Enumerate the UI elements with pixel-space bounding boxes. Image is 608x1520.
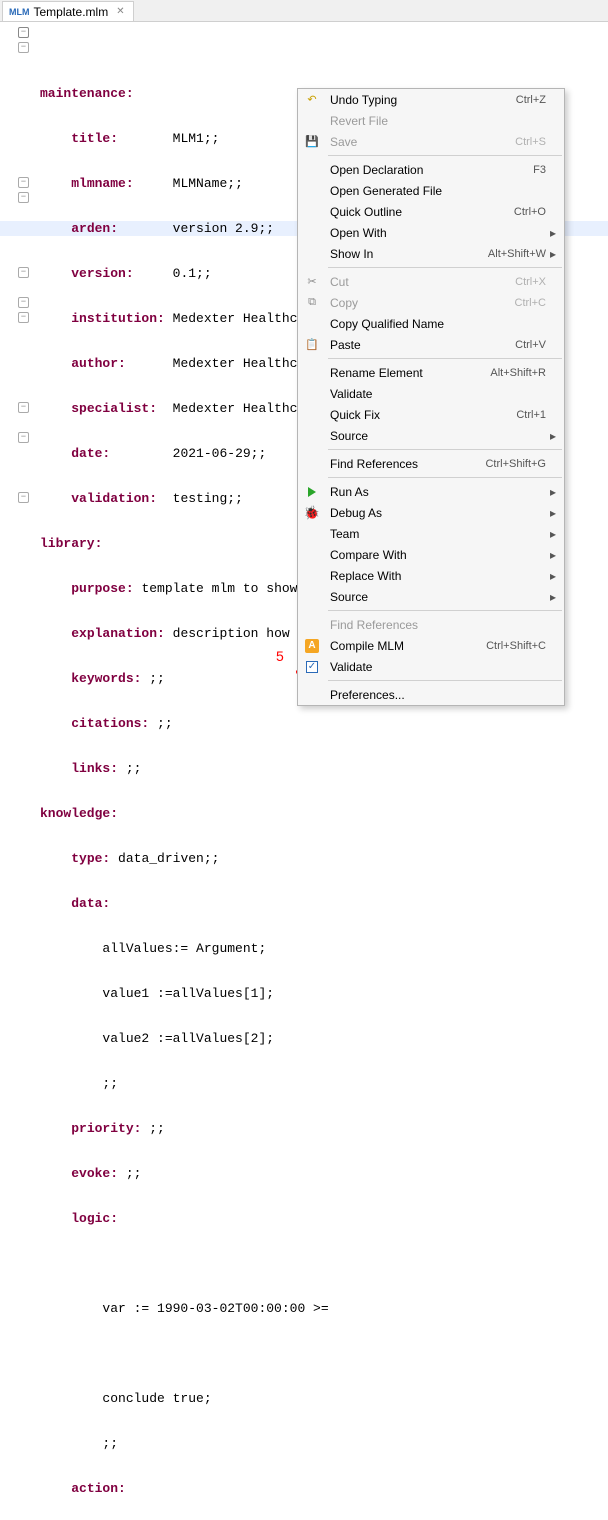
- annotation-number: 5: [276, 648, 284, 664]
- context-menu: ↶ Undo Typing Ctrl+Z Revert File 💾 Save …: [297, 88, 565, 706]
- menu-show-in[interactable]: Show In Alt+Shift+W ▸: [298, 243, 564, 264]
- cut-icon: ✂: [307, 275, 316, 288]
- menu-debug-as[interactable]: 🐞 Debug As ▸: [298, 502, 564, 523]
- submenu-arrow-icon: ▸: [546, 247, 556, 261]
- menu-open-with[interactable]: Open With ▸: [298, 222, 564, 243]
- menu-compile-mlm[interactable]: A Compile MLM Ctrl+Shift+C: [298, 635, 564, 656]
- fold-toggle[interactable]: −: [18, 432, 29, 443]
- fold-toggle[interactable]: −: [18, 267, 29, 278]
- menu-replace-with[interactable]: Replace With ▸: [298, 565, 564, 586]
- fold-toggle[interactable]: −: [18, 312, 29, 323]
- menu-copy: ⧉ Copy Ctrl+C: [298, 292, 564, 313]
- submenu-arrow-icon: ▸: [546, 485, 556, 499]
- menu-separator: [328, 155, 562, 156]
- menu-run-as[interactable]: Run As ▸: [298, 481, 564, 502]
- fold-toggle[interactable]: −: [18, 402, 29, 413]
- menu-source-2[interactable]: Source ▸: [298, 586, 564, 607]
- menu-separator: [328, 449, 562, 450]
- menu-quick-outline[interactable]: Quick Outline Ctrl+O: [298, 201, 564, 222]
- submenu-arrow-icon: ▸: [546, 506, 556, 520]
- menu-compare-with[interactable]: Compare With ▸: [298, 544, 564, 565]
- submenu-arrow-icon: ▸: [546, 548, 556, 562]
- compile-icon: A: [305, 639, 319, 653]
- submenu-arrow-icon: ▸: [546, 429, 556, 443]
- submenu-arrow-icon: ▸: [546, 527, 556, 541]
- menu-separator: [328, 358, 562, 359]
- editor-tab[interactable]: MLM Template.mlm ✕: [2, 1, 134, 21]
- run-icon: [308, 487, 316, 497]
- menu-rename-element[interactable]: Rename Element Alt+Shift+R: [298, 362, 564, 383]
- tab-filename: Template.mlm: [34, 5, 109, 19]
- close-tab-icon[interactable]: ✕: [116, 6, 124, 17]
- menu-quick-fix[interactable]: Quick Fix Ctrl+1: [298, 404, 564, 425]
- copy-icon: ⧉: [308, 296, 316, 309]
- menu-cut: ✂ Cut Ctrl+X: [298, 271, 564, 292]
- submenu-arrow-icon: ▸: [546, 590, 556, 604]
- menu-separator: [328, 267, 562, 268]
- validate-icon: ✓: [306, 661, 318, 673]
- menu-find-references[interactable]: Find References Ctrl+Shift+G: [298, 453, 564, 474]
- fold-gutter: − − − − − − − − − −: [0, 26, 34, 206]
- menu-paste[interactable]: 📋 Paste Ctrl+V: [298, 334, 564, 355]
- fold-toggle[interactable]: −: [18, 192, 29, 203]
- menu-preferences[interactable]: Preferences...: [298, 684, 564, 705]
- menu-separator: [328, 477, 562, 478]
- menu-source[interactable]: Source ▸: [298, 425, 564, 446]
- undo-icon: ↶: [307, 93, 316, 106]
- fold-toggle[interactable]: −: [18, 297, 29, 308]
- menu-validate-2[interactable]: ✓ Validate: [298, 656, 564, 677]
- menu-revert-file: Revert File: [298, 110, 564, 131]
- paste-icon: 📋: [305, 338, 319, 351]
- menu-separator: [328, 680, 562, 681]
- mlm-file-icon: MLM: [9, 7, 30, 17]
- fold-toggle[interactable]: −: [18, 42, 29, 53]
- submenu-arrow-icon: ▸: [546, 569, 556, 583]
- menu-open-declaration[interactable]: Open Declaration F3: [298, 159, 564, 180]
- submenu-arrow-icon: ▸: [546, 226, 556, 240]
- menu-team[interactable]: Team ▸: [298, 523, 564, 544]
- tab-bar: MLM Template.mlm ✕: [0, 0, 608, 22]
- fold-toggle[interactable]: −: [18, 492, 29, 503]
- menu-open-generated-file[interactable]: Open Generated File: [298, 180, 564, 201]
- menu-validate[interactable]: Validate: [298, 383, 564, 404]
- menu-undo[interactable]: ↶ Undo Typing Ctrl+Z: [298, 89, 564, 110]
- bug-icon: 🐞: [304, 505, 320, 521]
- fold-toggle[interactable]: −: [18, 177, 29, 188]
- menu-save: 💾 Save Ctrl+S: [298, 131, 564, 152]
- menu-separator: [328, 610, 562, 611]
- save-icon: 💾: [305, 135, 319, 148]
- fold-toggle[interactable]: −: [18, 27, 29, 38]
- menu-find-references-2: Find References: [298, 614, 564, 635]
- menu-copy-qualified-name[interactable]: Copy Qualified Name: [298, 313, 564, 334]
